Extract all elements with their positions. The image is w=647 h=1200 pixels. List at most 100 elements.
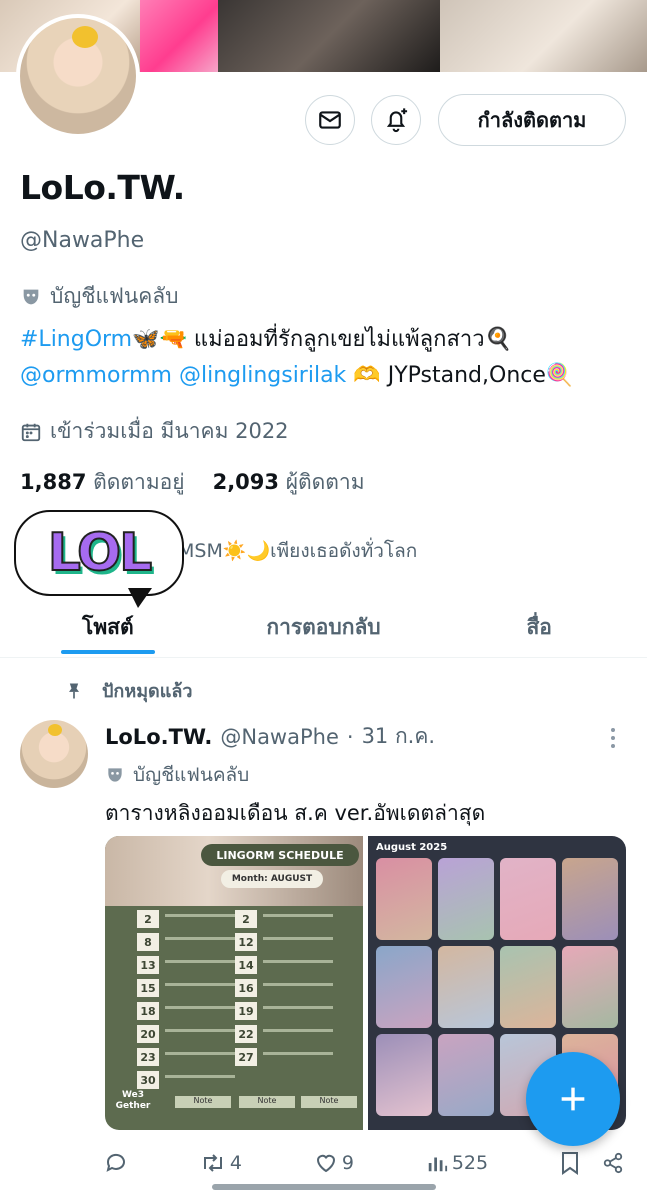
schedule-note-3: Note (301, 1096, 357, 1108)
compose-button[interactable] (526, 1052, 620, 1146)
schedule-month: Month: AUGUST (221, 870, 323, 888)
post-image-schedule[interactable]: LINGORM SCHEDULE Month: AUGUST 2 8 13 15 18 2… (105, 836, 363, 1130)
views-button[interactable]: 525 (426, 1152, 488, 1174)
bio: #LingOrm🦋🔫 แม่ออมที่รักลูกเขยไม่แพ้ลูกสา… (20, 322, 630, 394)
followers-label: ผู้ติดตาม (285, 470, 365, 494)
heart-icon (316, 1154, 335, 1173)
calendar-heading: August 2025 (376, 842, 448, 853)
schedule-event-line (165, 1006, 235, 1009)
pin-icon (69, 683, 79, 698)
calendar-photo-tile (438, 946, 494, 1028)
post-date[interactable]: 31 ก.ค. (362, 720, 436, 753)
tab-media-label: สื่อ (526, 614, 552, 639)
banner-photo-4 (440, 0, 647, 72)
followers-stat[interactable]: 2,093 ผู้ติดตาม (213, 466, 365, 499)
retweet-count: 4 (229, 1152, 242, 1174)
joined-text: เข้าร่วมเมื่อ มีนาคม 2022 (50, 419, 289, 443)
bookmark-share-group (560, 1151, 624, 1175)
schedule-title: LINGORM SCHEDULE (201, 844, 359, 866)
fan-account-text: บัญชีแฟนคลับ (50, 284, 179, 308)
bookmark-icon[interactable] (560, 1151, 580, 1175)
like-button[interactable]: 9 (314, 1151, 354, 1175)
schedule-event-line (165, 1029, 235, 1032)
tab-active-indicator (60, 650, 155, 654)
schedule-day-box: 14 (235, 956, 257, 974)
post-author-handle[interactable]: @NawaPhe (220, 725, 339, 749)
post-more-button[interactable] (608, 726, 618, 754)
schedule-event-line (165, 983, 235, 986)
post-avatar[interactable] (20, 720, 88, 788)
calendar-photo-tile (562, 946, 618, 1028)
post-author-name[interactable]: LoLo.TW. (105, 725, 212, 749)
following-stat[interactable]: 1,887 ติดตามอยู่ (20, 466, 185, 499)
schedule-day-box: 16 (235, 979, 257, 997)
schedule-day-box: 2 (235, 910, 257, 928)
post-fan-account-text: บัญชีแฟนคลับ (133, 764, 250, 786)
reply-icon (106, 1153, 125, 1172)
mask-icon (23, 289, 39, 304)
tabs-divider (0, 657, 647, 658)
bell-plus-icon (386, 108, 408, 133)
calendar-photo-tile (562, 858, 618, 940)
schedule-day-box: 18 (137, 1002, 159, 1020)
post-header: LoLo.TW. @NawaPhe · 31 ก.ค. (105, 720, 435, 753)
egg-emoji: 🍳 (484, 327, 513, 352)
message-button[interactable] (305, 95, 355, 145)
home-indicator[interactable] (212, 1184, 436, 1190)
schedule-day-box: 15 (137, 979, 159, 997)
schedule-event-line (165, 914, 235, 917)
notifications-button[interactable] (371, 95, 421, 145)
banner-photo-2 (140, 0, 218, 72)
calendar-photo-tile (376, 946, 432, 1028)
schedule-event-line (263, 914, 333, 917)
fan-account-label: บัญชีแฟนคลับ (20, 280, 178, 313)
bio-mention-2[interactable]: @linglingsirilak (179, 363, 346, 388)
butterfly-emoji: 🦋🔫 (132, 327, 187, 352)
heart-hands-emoji: 🫶 (353, 363, 381, 388)
schedule-event-line (165, 1075, 235, 1078)
schedule-footer-logo: We3 Gether (115, 1090, 151, 1111)
schedule-day-box: 8 (137, 933, 159, 951)
user-handle: @NawaPhe (20, 228, 145, 253)
calendar-photo-tile (376, 858, 432, 940)
schedule-day-box: 13 (137, 956, 159, 974)
reply-button[interactable] (104, 1151, 128, 1175)
schedule-day-box: 30 (137, 1071, 159, 1089)
schedule-note-2: Note (239, 1096, 295, 1108)
bio-hashtag[interactable]: #LingOrm (20, 327, 132, 352)
bar-chart-icon (428, 1157, 447, 1172)
share-icon[interactable] (602, 1152, 624, 1174)
avatar-lemon (72, 26, 98, 48)
bio-line-1: #LingOrm🦋🔫 แม่ออมที่รักลูกเขยไม่แพ้ลูกสา… (20, 322, 630, 358)
schedule-day-box: 2 (137, 910, 159, 928)
schedule-event-line (263, 960, 333, 963)
schedule-day-box: 12 (235, 933, 257, 951)
bio-line2-text: JYPstand,Once (387, 363, 546, 388)
post-actions: 4 9 525 (104, 1146, 624, 1180)
schedule-event-line (263, 1052, 333, 1055)
following-count: 1,887 (20, 470, 87, 494)
display-name: LoLo.TW. (20, 168, 185, 207)
post-fan-account-label: บัญชีแฟนคลับ (105, 760, 249, 790)
tab-media[interactable]: สื่อ (431, 598, 647, 656)
plus-icon (561, 1087, 585, 1111)
following-label: ติดตามอยู่ (93, 470, 185, 494)
calendar-photo-tile (438, 858, 494, 940)
views-count: 525 (451, 1152, 489, 1174)
schedule-day-box: 20 (137, 1025, 159, 1043)
schedule-event-line (165, 937, 235, 940)
bio-mention-1[interactable]: @ormmormm (20, 363, 172, 388)
schedule-event-line (263, 1006, 333, 1009)
mail-icon (319, 111, 341, 129)
extra-profile-line: MSM☀️🌙เพียงเธอดังทั่วโลก (178, 540, 418, 562)
profile-avatar[interactable] (16, 14, 140, 138)
retweet-button[interactable]: 4 (200, 1151, 242, 1175)
tab-posts[interactable]: โพสต์ (0, 598, 216, 656)
calendar-photo-tile (438, 1034, 494, 1116)
schedule-event-line (263, 1029, 333, 1032)
tab-replies[interactable]: การตอบกลับ (216, 598, 432, 656)
bio-line1-text: แม่ออมที่รักลูกเขยไม่แพ้ลูกสาว (193, 327, 485, 352)
schedule-event-line (263, 937, 333, 940)
following-button[interactable]: กำลังติดตาม (438, 94, 626, 146)
tab-replies-label: การตอบกลับ (266, 614, 381, 639)
